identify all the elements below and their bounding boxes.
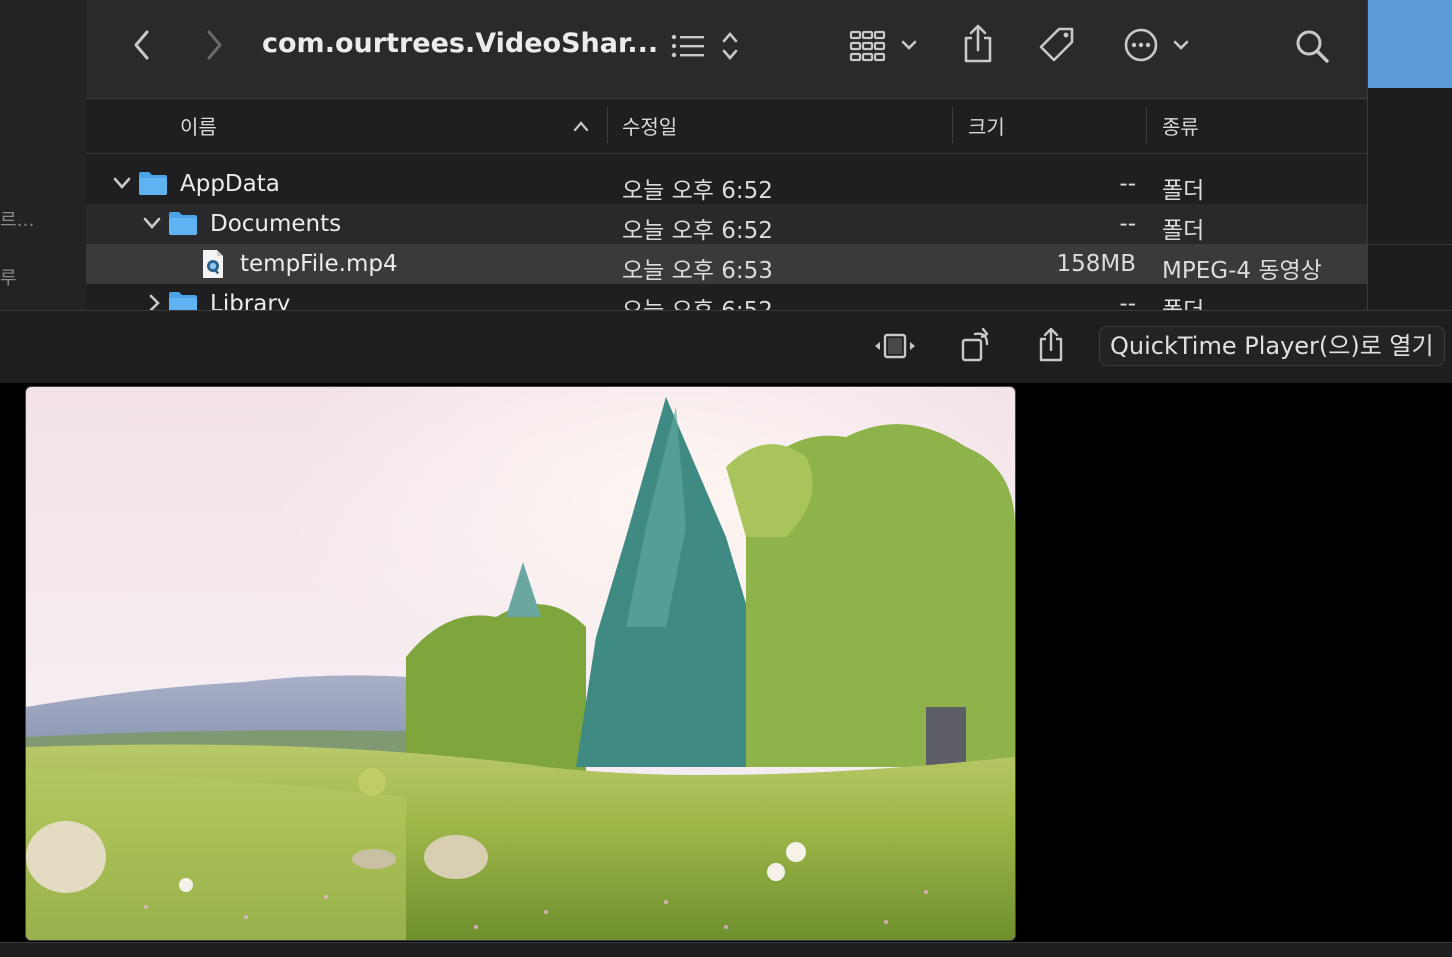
bottom-edge: [0, 942, 1452, 957]
share-icon[interactable]: [960, 22, 996, 66]
column-modified-header[interactable]: 수정일: [622, 111, 677, 140]
column-kind-header[interactable]: 종류: [1162, 111, 1199, 140]
file-kind: 폴더: [1162, 218, 1205, 244]
sidebar-text-fragment: 루: [0, 268, 17, 289]
forward-icon[interactable]: [198, 28, 230, 62]
list-view-icon[interactable]: [668, 30, 708, 62]
divider: [1367, 244, 1452, 245]
sidebar-background: 르… 루: [0, 0, 86, 310]
sidebar-text-fragment: 르…: [0, 210, 35, 231]
video-file-icon: [200, 249, 226, 279]
file-size: --: [1119, 291, 1136, 310]
chevron-down-icon[interactable]: [898, 34, 920, 56]
video-preview[interactable]: [25, 386, 1016, 941]
column-header: 이름 수정일 크기 종류: [86, 99, 1367, 154]
disclosure-collapsed-icon[interactable]: [144, 293, 164, 310]
share-icon[interactable]: [1036, 325, 1066, 365]
column-divider[interactable]: [607, 107, 608, 143]
column-size-header[interactable]: 크기: [968, 111, 1005, 140]
disclosure-expanded-icon[interactable]: [142, 213, 162, 233]
rotate-icon[interactable]: [958, 325, 994, 365]
table-row[interactable]: Library 오늘 오후 6:52 -- 폴더: [86, 284, 1367, 310]
trim-icon[interactable]: [872, 329, 918, 363]
file-name: AppData: [180, 171, 280, 197]
file-size: --: [1119, 171, 1136, 197]
table-row[interactable]: AppData 오늘 오후 6:52 -- 폴더: [86, 164, 1367, 204]
folder-icon: [138, 170, 168, 196]
grid-view-icon[interactable]: [846, 28, 890, 64]
file-kind: MPEG-4 동영상: [1162, 258, 1322, 284]
finder-toolbar: com.ourtrees.VideoShar...: [86, 0, 1367, 99]
table-row[interactable]: Documents 오늘 오후 6:52 -- 폴더: [86, 204, 1367, 244]
modified-date: 오늘 오후 6:52: [622, 291, 773, 310]
modified-date: 오늘 오후 6:53: [622, 258, 773, 284]
more-icon[interactable]: [1122, 26, 1160, 64]
quicklook-toolbar: QuickTime Player(으)로 열기: [0, 310, 1452, 384]
column-name-header[interactable]: 이름: [180, 111, 217, 140]
finder-window: com.ourtrees.VideoShar... 이름 수정일 크기 종류 A…: [86, 0, 1368, 310]
modified-date: 오늘 오후 6:52: [622, 218, 773, 244]
sort-ascending-icon[interactable]: [570, 117, 592, 135]
file-size: --: [1119, 211, 1136, 237]
chevron-down-icon[interactable]: [1170, 34, 1192, 56]
video-frame-image: [26, 387, 1015, 940]
file-name: Documents: [210, 211, 342, 237]
file-name: tempFile.mp4: [240, 251, 398, 277]
open-with-quicktime-button[interactable]: QuickTime Player(으)로 열기: [1099, 326, 1445, 366]
column-divider[interactable]: [1146, 107, 1147, 143]
file-kind: 폴더: [1162, 178, 1205, 204]
modified-date: 오늘 오후 6:52: [622, 178, 773, 204]
file-kind: 폴더: [1162, 291, 1204, 310]
folder-icon: [168, 210, 198, 236]
disclosure-expanded-icon[interactable]: [112, 173, 132, 193]
column-divider[interactable]: [952, 107, 953, 143]
back-icon[interactable]: [126, 28, 158, 62]
window-title: com.ourtrees.VideoShar...: [262, 28, 659, 59]
file-name: Library: [210, 291, 291, 310]
sort-chevrons-icon[interactable]: [718, 28, 742, 64]
table-row-selected[interactable]: tempFile.mp4 오늘 오후 6:53 158MB MPEG-4 동영상: [86, 244, 1367, 284]
folder-icon: [168, 290, 198, 310]
background-window-highlight: [1367, 0, 1452, 88]
file-size: 158MB: [1056, 251, 1136, 277]
tag-icon[interactable]: [1036, 24, 1078, 66]
search-icon[interactable]: [1292, 26, 1332, 66]
